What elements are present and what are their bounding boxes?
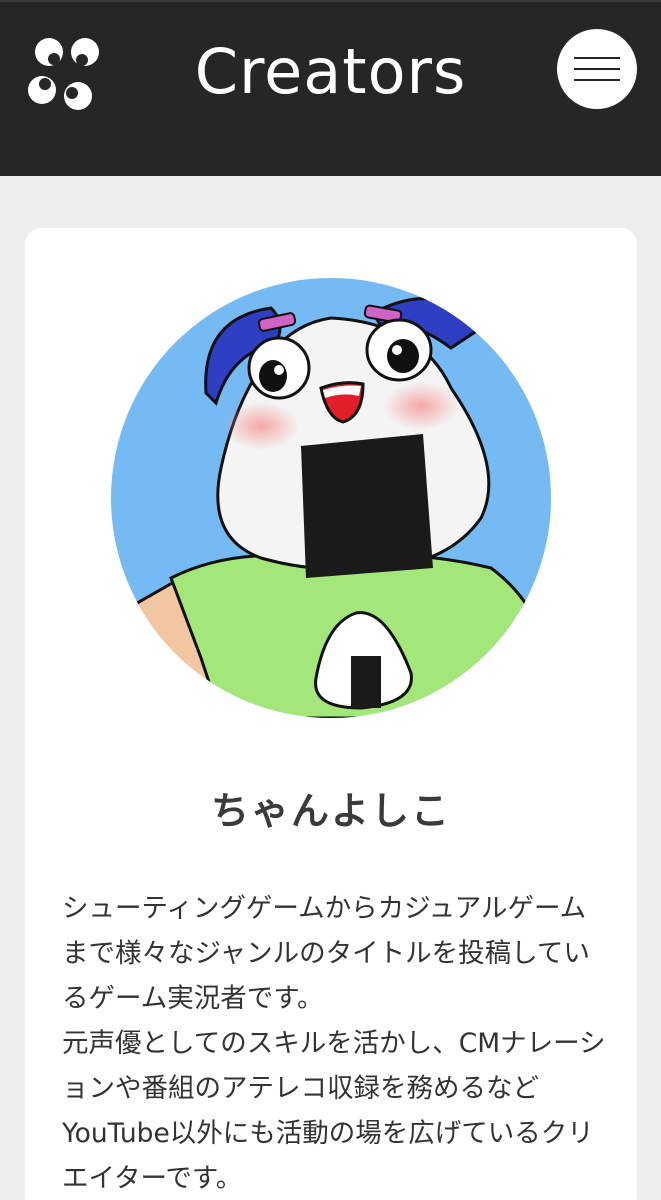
creator-avatar (111, 278, 551, 718)
description-paragraph: シューティングゲームからカジュアルゲームまで様々なジャンルのタイトルを投稿してい… (62, 893, 590, 1014)
description-paragraph: 元声優としてのスキルを活かし、CMナレーションや番組のアテレコ収録を務めるなどY… (62, 1028, 606, 1194)
creator-description: シューティングゲームからカジュアルゲームまで様々なジャンルのタイトルを投稿してい… (62, 886, 610, 1200)
menu-button[interactable] (557, 29, 637, 109)
app-header: Creators (0, 0, 661, 176)
creator-name: ちゃんよしこ (210, 789, 451, 833)
creator-card: ちゃんよしこ シューティングゲームからカジュアルゲームまで様々なジャンルのタイト… (25, 228, 637, 1200)
